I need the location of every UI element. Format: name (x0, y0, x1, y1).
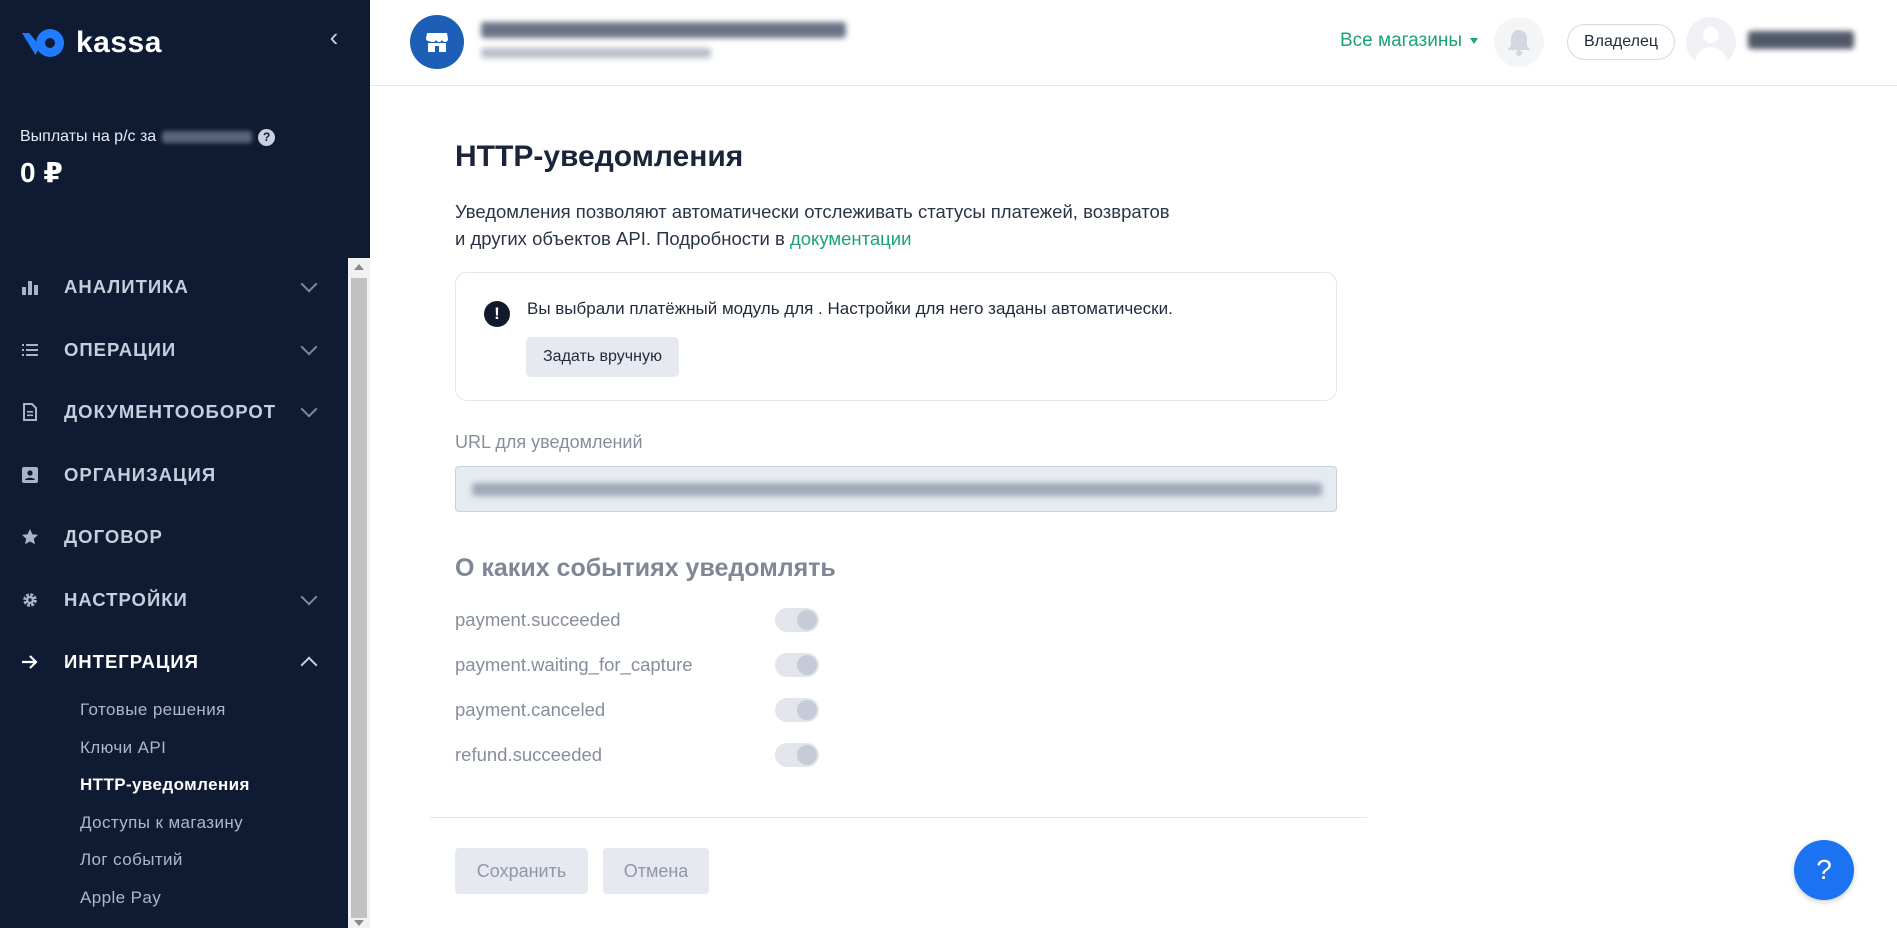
subnav-item-apple-pay[interactable]: Apple Pay (80, 888, 250, 926)
sidebar-item-label: ДОГОВОР (64, 526, 163, 548)
payout-label-row: Выплаты на р/с за ? (20, 128, 276, 146)
scroll-down-arrow-icon[interactable] (354, 920, 364, 926)
bar-chart-icon (20, 277, 40, 297)
all-shops-dropdown[interactable]: Все магазины (1340, 30, 1478, 52)
shop-url-redacted (481, 48, 711, 58)
sidebar-item-label: АНАЛИТИКА (64, 276, 189, 298)
event-toggle[interactable] (775, 743, 819, 767)
collapse-sidebar-chevron-left-icon[interactable]: ‹ (324, 24, 344, 50)
notifications-button[interactable] (1494, 17, 1544, 67)
store-icon (426, 33, 448, 52)
sidebar: kassa ‹ Выплаты на р/с за ? 0 ₽ АНАЛИТИК… (0, 0, 370, 928)
sidebar-item-operations[interactable]: ОПЕРАЦИИ (0, 319, 348, 382)
payout-value: 0 ₽ (20, 157, 63, 188)
event-toggle[interactable] (775, 653, 819, 677)
alert-icon: ! (484, 301, 510, 327)
subnav-item-api-keys[interactable]: Ключи API (80, 738, 250, 776)
sidebar-item-label: НАСТРОЙКИ (64, 588, 188, 610)
chevron-up-icon (300, 656, 318, 674)
id-card-icon (20, 465, 40, 485)
sidebar-item-documents[interactable]: ДОКУМЕНТООБОРОТ (0, 381, 348, 444)
payout-period-redacted (162, 131, 253, 143)
form-divider (430, 817, 1367, 818)
shop-avatar[interactable] (410, 15, 464, 69)
subnav-item-http-notifications[interactable]: HTTP-уведомления (80, 775, 250, 813)
event-label: refund.succeeded (455, 744, 603, 765)
sidebar-item-settings[interactable]: НАСТРОЙКИ (0, 569, 348, 632)
scroll-up-arrow-icon[interactable] (354, 264, 364, 270)
chevron-down-icon (300, 588, 318, 606)
integration-subnav: Готовые решения Ключи API HTTP-уведомлен… (80, 700, 250, 926)
kassa-logo-icon (22, 27, 68, 59)
bell-icon (1508, 30, 1530, 56)
event-label: payment.waiting_for_capture (455, 654, 693, 675)
all-shops-label: Все магазины (1340, 30, 1462, 51)
events-section-title: О каких событиях уведомлять (455, 554, 836, 582)
event-row-refund-succeeded: refund.succeeded (455, 741, 855, 771)
event-label: payment.succeeded (455, 609, 621, 630)
user-avatar[interactable] (1686, 17, 1736, 67)
sidebar-item-organization[interactable]: ОРГАНИЗАЦИЯ (0, 444, 348, 507)
payout-label: Выплаты на р/с за (20, 128, 157, 145)
subnav-item-shop-access[interactable]: Доступы к магазину (80, 813, 250, 851)
subnav-item-event-log[interactable]: Лог событий (80, 850, 250, 888)
event-label: payment.canceled (455, 699, 606, 720)
event-row-payment-succeeded: payment.succeeded (455, 606, 855, 636)
document-icon (20, 402, 40, 422)
list-icon (20, 340, 40, 360)
gear-icon (20, 590, 40, 610)
subnav-item-ready-solutions[interactable]: Готовые решения (80, 700, 250, 738)
page-title: HTTP-уведомления (455, 140, 744, 173)
auto-settings-notice: ! Вы выбрали платёжный модуль для . Наст… (455, 272, 1337, 401)
description-line-2: и других объектов API. Подробности в (455, 228, 790, 249)
sidebar-nav: АНАЛИТИКА ОПЕРАЦИИ ДОКУМЕНТООБОРОТ ОРГАН… (0, 256, 348, 694)
notification-url-input[interactable] (455, 466, 1337, 512)
save-button[interactable]: Сохранить (455, 848, 588, 894)
description-line-1: Уведомления позволяют автоматически отсл… (455, 201, 1170, 222)
sidebar-item-label: ДОКУМЕНТООБОРОТ (64, 401, 277, 423)
top-header: Все магазины Владелец (370, 0, 1897, 86)
sidebar-item-analytics[interactable]: АНАЛИТИКА (0, 256, 348, 319)
sidebar-item-integration[interactable]: ИНТЕГРАЦИЯ (0, 631, 348, 694)
help-chat-button[interactable]: ? (1794, 840, 1854, 900)
user-name-redacted[interactable] (1748, 31, 1854, 49)
sidebar-item-contract[interactable]: ДОГОВОР (0, 506, 348, 569)
sidebar-item-label: ОПЕРАЦИИ (64, 338, 177, 360)
url-value-redacted (472, 483, 1322, 496)
page-description: Уведомления позволяют автоматически отсл… (455, 198, 1235, 252)
set-manually-button[interactable]: Задать вручную (526, 337, 679, 377)
logo-text: kassa (76, 26, 162, 59)
role-button[interactable]: Владелец (1567, 24, 1676, 60)
documentation-link[interactable]: документации (790, 228, 911, 249)
chevron-down-icon (300, 338, 318, 356)
scrollbar-thumb[interactable] (351, 278, 367, 918)
caret-down-icon (1470, 38, 1478, 44)
shop-name-redacted (481, 22, 846, 38)
cancel-button[interactable]: Отмена (603, 848, 709, 894)
chevron-down-icon (300, 275, 318, 293)
kassa-logo[interactable]: kassa (22, 26, 162, 60)
sidebar-item-label: ОРГАНИЗАЦИЯ (64, 463, 217, 485)
notice-text: Вы выбрали платёжный модуль для . Настро… (527, 299, 1173, 318)
event-row-payment-waiting-for-capture: payment.waiting_for_capture (455, 651, 855, 681)
sidebar-item-label: ИНТЕГРАЦИЯ (64, 651, 199, 673)
event-toggle[interactable] (775, 608, 819, 632)
url-field-label: URL для уведомлений (455, 432, 643, 452)
chevron-down-icon (300, 400, 318, 418)
help-icon[interactable]: ? (258, 128, 276, 146)
star-icon (20, 527, 40, 547)
event-toggle[interactable] (775, 698, 819, 722)
event-row-payment-canceled: payment.canceled (455, 696, 855, 726)
sidebar-scrollbar[interactable] (348, 258, 370, 928)
arrow-right-icon (20, 652, 40, 672)
